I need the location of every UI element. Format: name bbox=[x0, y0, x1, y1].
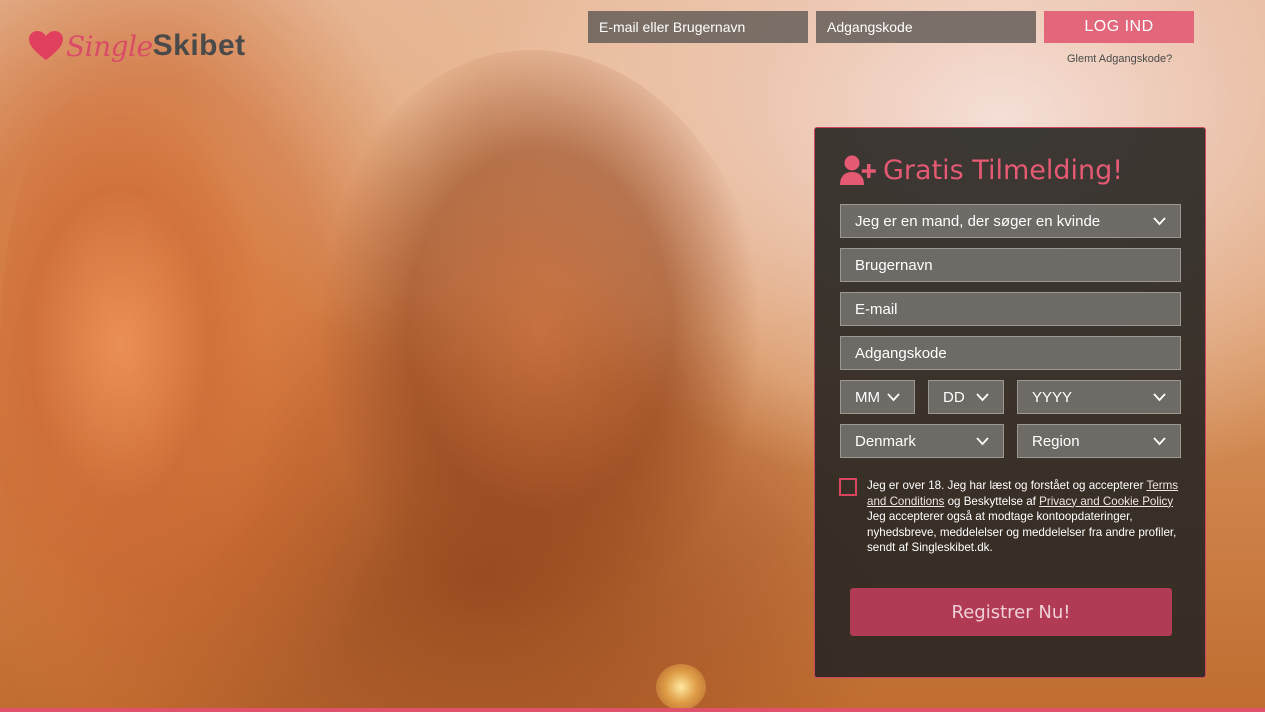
birth-day-value: DD bbox=[943, 388, 965, 406]
birth-year-select[interactable]: YYYY bbox=[1017, 380, 1181, 414]
country-select[interactable]: Denmark bbox=[840, 424, 1004, 458]
username-input[interactable]: Brugernavn bbox=[840, 248, 1181, 282]
add-user-icon bbox=[840, 155, 876, 185]
email-input[interactable]: E-mail bbox=[840, 292, 1181, 326]
consent-checkbox[interactable] bbox=[839, 478, 857, 496]
birth-year-value: YYYY bbox=[1032, 388, 1073, 406]
signup-panel: Gratis Tilmelding! Jeg er en mand, der s… bbox=[814, 127, 1206, 678]
region-select[interactable]: Region bbox=[1017, 424, 1181, 458]
email-placeholder: E-mail bbox=[855, 300, 898, 318]
forgot-password-link[interactable]: Glemt Adgangskode? bbox=[1067, 53, 1172, 65]
logo-bold-text: Skibet bbox=[152, 29, 246, 62]
login-password-input[interactable]: Adgangskode bbox=[816, 11, 1036, 43]
consent-text: Jeg er over 18. Jeg har læst og forstået… bbox=[867, 478, 1184, 556]
login-email-input[interactable]: E-mail eller Brugernavn bbox=[588, 11, 808, 43]
chevron-down-icon bbox=[1153, 392, 1166, 401]
consent-text-part1: Jeg er over 18. Jeg har læst og forstået… bbox=[867, 479, 1147, 492]
bottom-accent-strip bbox=[0, 708, 1265, 712]
chevron-down-icon bbox=[976, 392, 989, 401]
password-placeholder: Adgangskode bbox=[855, 344, 947, 362]
seeking-select-value: Jeg er en mand, der søger en kvinde bbox=[855, 212, 1101, 230]
signup-header: Gratis Tilmelding! bbox=[839, 154, 1123, 186]
country-value: Denmark bbox=[855, 432, 916, 450]
region-value: Region bbox=[1032, 432, 1080, 450]
consent-block: Jeg er over 18. Jeg har læst og forstået… bbox=[839, 478, 1184, 556]
username-placeholder: Brugernavn bbox=[855, 256, 933, 274]
logo-script-text: Single bbox=[66, 29, 153, 63]
heart-icon bbox=[29, 31, 63, 60]
chevron-down-icon bbox=[887, 392, 900, 401]
password-input[interactable]: Adgangskode bbox=[840, 336, 1181, 370]
privacy-link[interactable]: Privacy and Cookie Policy bbox=[1039, 495, 1173, 508]
consent-text-part3: Jeg accepterer også at modtage kontoopda… bbox=[867, 510, 1177, 555]
login-button[interactable]: LOG IND bbox=[1044, 11, 1194, 43]
birth-month-select[interactable]: MM bbox=[840, 380, 915, 414]
birth-month-value: MM bbox=[855, 388, 880, 406]
site-logo[interactable]: Single Skibet bbox=[28, 20, 246, 72]
sun-flare bbox=[656, 664, 706, 710]
register-button[interactable]: Registrer Nu! bbox=[850, 588, 1172, 636]
chevron-down-icon bbox=[976, 436, 989, 445]
chevron-down-icon bbox=[1153, 436, 1166, 445]
seeking-select[interactable]: Jeg er en mand, der søger en kvinde bbox=[840, 204, 1181, 238]
chevron-down-icon bbox=[1153, 216, 1166, 225]
signup-title: Gratis Tilmelding! bbox=[883, 154, 1124, 186]
birth-day-select[interactable]: DD bbox=[928, 380, 1004, 414]
consent-text-part2: og Beskyttelse af bbox=[944, 494, 1040, 508]
